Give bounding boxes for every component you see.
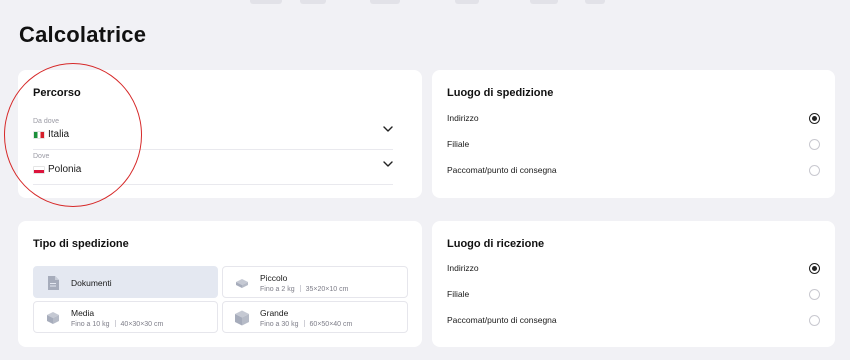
radio-label: Paccomat/punto di consegna <box>447 165 557 175</box>
italy-flag-icon <box>33 130 45 139</box>
receiving-place-title: Luogo di ricezione <box>447 238 545 250</box>
radio-button[interactable] <box>809 139 820 150</box>
type-option-name: Grande <box>260 308 289 318</box>
type-option-medium[interactable]: Media Fino a 10 kg 40×30×30 cm <box>33 301 218 333</box>
top-nav-remnant <box>0 0 850 6</box>
type-option-size: 60×50×40 cm <box>309 321 353 328</box>
shipping-option-parcel-locker[interactable]: Paccomat/punto di consegna <box>447 162 820 180</box>
shipping-option-branch[interactable]: Filiale <box>447 136 820 154</box>
document-icon <box>48 276 59 290</box>
poland-flag-icon <box>33 165 45 174</box>
type-option-name: Dokumenti <box>71 278 112 288</box>
page-title: Calcolatrice <box>19 22 147 47</box>
radio-label: Paccomat/punto di consegna <box>447 315 557 325</box>
large-package-icon <box>235 310 249 326</box>
origin-select[interactable]: Da dove Italia <box>33 116 393 150</box>
radio-button[interactable] <box>809 165 820 176</box>
shipment-type-card: Tipo di spedizione Dokumenti Piccolo Fin… <box>18 221 422 347</box>
radio-button-checked[interactable] <box>809 263 820 274</box>
chevron-down-icon <box>383 161 393 167</box>
radio-button[interactable] <box>809 315 820 326</box>
type-option-name: Media <box>71 308 95 318</box>
chevron-down-icon <box>383 126 393 132</box>
type-option-weight: Fino a 30 kg <box>260 321 299 328</box>
type-option-size: 40×30×30 cm <box>120 321 164 328</box>
receiving-option-branch[interactable]: Filiale <box>447 286 820 304</box>
destination-select[interactable]: Dove Polonia <box>33 151 393 185</box>
radio-button[interactable] <box>809 289 820 300</box>
radio-label: Filiale <box>447 289 470 299</box>
type-option-weight: Fino a 2 kg <box>260 286 295 293</box>
receiving-place-card: Luogo di ricezione Indirizzo Filiale Pac… <box>432 221 835 347</box>
type-option-name: Piccolo <box>260 273 288 283</box>
type-option-small[interactable]: Piccolo Fino a 2 kg 35×20×10 cm <box>222 266 408 298</box>
medium-package-icon <box>47 312 59 324</box>
shipping-place-title: Luogo di spedizione <box>447 87 554 99</box>
route-card: Percorso Da dove Italia Dove Polonia <box>18 70 422 198</box>
type-option-large[interactable]: Grande Fino a 30 kg 60×50×40 cm <box>222 301 408 333</box>
destination-label: Dove <box>33 153 50 160</box>
type-option-documents[interactable]: Dokumenti <box>33 266 218 298</box>
shipping-place-card: Luogo di spedizione Indirizzo Filiale Pa… <box>432 70 835 198</box>
small-package-icon <box>236 279 248 288</box>
type-option-size: 35×20×10 cm <box>305 286 349 293</box>
receiving-option-address[interactable]: Indirizzo <box>447 260 820 278</box>
destination-value: Polonia <box>48 164 82 175</box>
origin-label: Da dove <box>33 118 60 125</box>
radio-label: Indirizzo <box>447 113 479 123</box>
shipment-type-title: Tipo di spedizione <box>33 238 129 250</box>
type-option-weight: Fino a 10 kg <box>71 321 110 328</box>
radio-label: Indirizzo <box>447 263 479 273</box>
radio-label: Filiale <box>447 139 470 149</box>
receiving-option-parcel-locker[interactable]: Paccomat/punto di consegna <box>447 312 820 330</box>
route-card-title: Percorso <box>33 87 81 99</box>
shipping-option-address[interactable]: Indirizzo <box>447 110 820 128</box>
origin-value: Italia <box>48 129 70 140</box>
radio-button-checked[interactable] <box>809 113 820 124</box>
